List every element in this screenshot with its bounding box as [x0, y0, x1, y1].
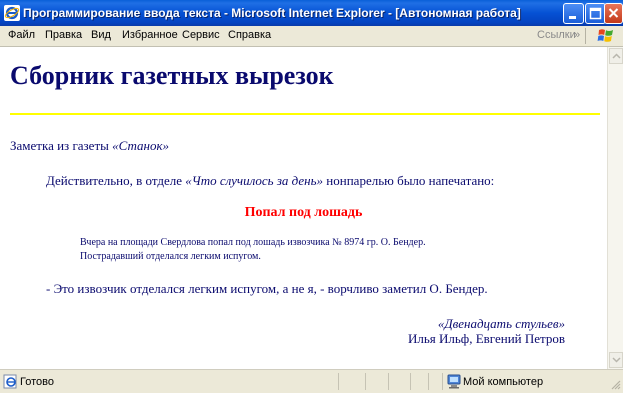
paragraph-start: Действительно, в отделе [46, 173, 186, 188]
scroll-down-button[interactable] [609, 352, 623, 368]
intro-paragraph: Заметка из газеты «Станок» [10, 138, 169, 154]
status-divider [388, 373, 389, 390]
news-headline: Попал под лошадь [244, 205, 363, 220]
menu-view[interactable]: Вид [91, 29, 111, 41]
news-text-line-2: Пострадавший отделался легким испугом. [80, 251, 261, 262]
links-chevron-icon[interactable]: » [574, 29, 580, 41]
horizontal-rule [10, 113, 600, 115]
vertical-scrollbar[interactable] [607, 47, 623, 369]
status-bar: Готово Мой компьютер [0, 369, 623, 393]
source-authors: Илья Ильф, Евгений Петров [407, 331, 565, 346]
paragraph-end: нонпарелью было напечатано: [323, 173, 495, 188]
menu-tools[interactable]: Сервис [182, 29, 220, 41]
page-heading: Сборник газетных вырезок [10, 61, 334, 90]
status-text: Готово [20, 376, 54, 388]
windows-logo-icon [597, 29, 613, 42]
source-title: «Двенадцать стульев» [437, 316, 565, 331]
body-paragraph: Действительно, в отделе «Что случилось з… [46, 173, 494, 189]
page-content: Сборник газетных вырезок Заметка из газе… [0, 47, 607, 369]
close-button[interactable] [604, 3, 623, 24]
chevron-down-icon [612, 357, 621, 363]
status-divider [410, 373, 411, 390]
maximize-button[interactable] [585, 3, 606, 24]
security-zone: Мой компьютер [463, 376, 544, 388]
links-toolbar-label[interactable]: Ссылки [537, 29, 576, 41]
menu-edit[interactable]: Правка [45, 29, 82, 41]
my-computer-icon [447, 374, 461, 389]
menu-help[interactable]: Справка [228, 29, 271, 41]
maximize-icon [589, 7, 602, 20]
menu-separator [585, 28, 586, 44]
newspaper-name: «Станок» [112, 138, 170, 153]
status-divider [338, 373, 339, 390]
menu-bar: Файл Правка Вид Избранное Сервис Справка… [0, 26, 623, 47]
minimize-button[interactable] [563, 3, 584, 24]
scroll-up-button[interactable] [609, 48, 623, 64]
window-title: Программирование ввода текста - Microsof… [23, 6, 521, 20]
internet-explorer-icon [4, 5, 20, 21]
quote-paragraph: - Это извозчик отделался легким испугом,… [46, 281, 488, 296]
section-name: «Что случилось за день» [185, 173, 324, 188]
status-divider [442, 373, 443, 390]
status-divider [428, 373, 429, 390]
chevron-up-icon [612, 53, 621, 59]
status-divider [365, 373, 366, 390]
menu-favorites[interactable]: Избранное [122, 29, 178, 41]
browser-window: Программирование ввода текста - Microsof… [0, 0, 623, 393]
news-text-line-1: Вчера на площади Свердлова попал под лош… [80, 237, 426, 248]
close-icon [608, 8, 619, 18]
minimize-icon [569, 16, 576, 19]
title-bar[interactable]: Программирование ввода текста - Microsof… [0, 0, 623, 26]
resize-grip-icon[interactable] [609, 378, 621, 390]
intro-prefix: Заметка из газеты [10, 138, 113, 153]
page-done-icon [3, 374, 17, 389]
menu-file[interactable]: Файл [8, 29, 35, 41]
